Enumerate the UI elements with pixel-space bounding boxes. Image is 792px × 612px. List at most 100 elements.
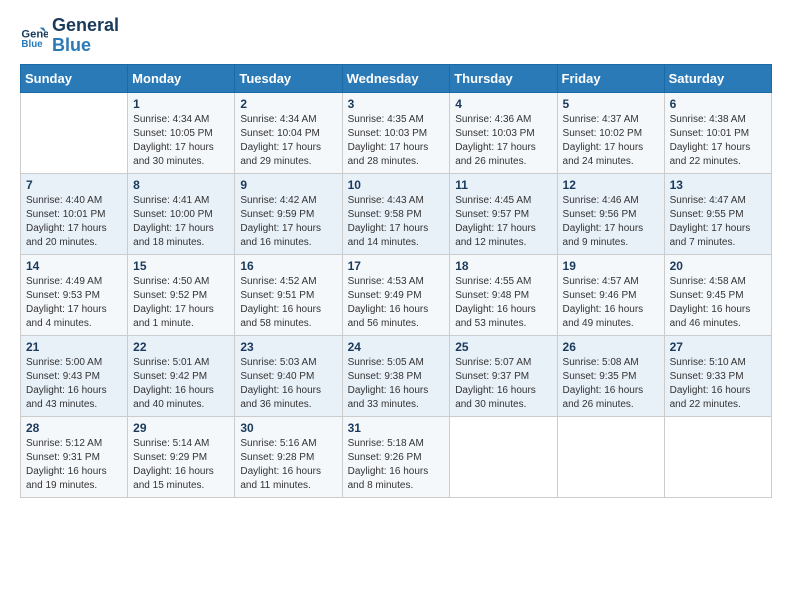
- calendar-cell: 12 Sunrise: 4:46 AM Sunset: 9:56 PM Dayli…: [557, 173, 664, 254]
- day-info: Sunrise: 4:40 AM Sunset: 10:01 PM Daylig…: [26, 194, 122, 250]
- logo: General Blue General Blue: [20, 16, 119, 56]
- svg-text:Blue: Blue: [21, 39, 43, 50]
- day-number: 1: [133, 97, 229, 111]
- calendar-cell: [450, 416, 557, 497]
- day-info: Sunrise: 4:55 AM Sunset: 9:48 PM Dayligh…: [455, 275, 551, 331]
- day-number: 10: [348, 178, 445, 192]
- calendar-cell: 10 Sunrise: 4:43 AM Sunset: 9:58 PM Dayli…: [342, 173, 450, 254]
- calendar-cell: 14Sunrise: 4:49 AM Sunset: 9:53 PM Dayli…: [21, 254, 128, 335]
- calendar-cell: 7 Sunrise: 4:40 AM Sunset: 10:01 PM Dayli…: [21, 173, 128, 254]
- calendar-cell: 27 Sunrise: 5:10 AM Sunset: 9:33 PM Dayli…: [664, 335, 771, 416]
- day-number: 27: [670, 340, 766, 354]
- calendar-cell: 21 Sunrise: 5:00 AM Sunset: 9:43 PM Dayli…: [21, 335, 128, 416]
- day-info: Sunrise: 5:03 AM Sunset: 9:40 PM Dayligh…: [240, 356, 336, 412]
- day-info: Sunrise: 5:07 AM Sunset: 9:37 PM Dayligh…: [455, 356, 551, 412]
- day-header-tuesday: Tuesday: [235, 64, 342, 92]
- day-number: 12: [563, 178, 659, 192]
- day-info: Sunrise: 5:05 AM Sunset: 9:38 PM Dayligh…: [348, 356, 445, 412]
- day-header-thursday: Thursday: [450, 64, 557, 92]
- calendar-cell: 31 Sunrise: 5:18 AM Sunset: 9:26 PM Dayli…: [342, 416, 450, 497]
- calendar-cell: [664, 416, 771, 497]
- day-number: 15: [133, 259, 229, 273]
- calendar-cell: 18 Sunrise: 4:55 AM Sunset: 9:48 PM Dayli…: [450, 254, 557, 335]
- day-number: 18: [455, 259, 551, 273]
- calendar-cell: [557, 416, 664, 497]
- day-header-monday: Monday: [128, 64, 235, 92]
- day-info: Sunrise: 4:42 AM Sunset: 9:59 PM Dayligh…: [240, 194, 336, 250]
- day-number: 21: [26, 340, 122, 354]
- day-number: 11: [455, 178, 551, 192]
- day-number: 4: [455, 97, 551, 111]
- page-header: General Blue General Blue: [20, 16, 772, 56]
- day-info: Sunrise: 4:37 AM Sunset: 10:02 PM Daylig…: [563, 113, 659, 169]
- day-info: Sunrise: 4:45 AM Sunset: 9:57 PM Dayligh…: [455, 194, 551, 250]
- calendar-cell: 2 Sunrise: 4:34 AM Sunset: 10:04 PM Dayli…: [235, 92, 342, 173]
- day-info: Sunrise: 4:43 AM Sunset: 9:58 PM Dayligh…: [348, 194, 445, 250]
- calendar-cell: [21, 92, 128, 173]
- day-number: 3: [348, 97, 445, 111]
- calendar-cell: 29 Sunrise: 5:14 AM Sunset: 9:29 PM Dayli…: [128, 416, 235, 497]
- day-number: 9: [240, 178, 336, 192]
- day-info: Sunrise: 5:00 AM Sunset: 9:43 PM Dayligh…: [26, 356, 122, 412]
- day-info: Sunrise: 4:34 AM Sunset: 10:04 PM Daylig…: [240, 113, 336, 169]
- calendar-cell: 17 Sunrise: 4:53 AM Sunset: 9:49 PM Dayli…: [342, 254, 450, 335]
- calendar-cell: 19 Sunrise: 4:57 AM Sunset: 9:46 PM Dayli…: [557, 254, 664, 335]
- day-number: 2: [240, 97, 336, 111]
- day-info: Sunrise: 5:01 AM Sunset: 9:42 PM Dayligh…: [133, 356, 229, 412]
- day-header-saturday: Saturday: [664, 64, 771, 92]
- day-info: Sunrise: 5:14 AM Sunset: 9:29 PM Dayligh…: [133, 437, 229, 493]
- calendar-cell: 25Sunrise: 5:07 AM Sunset: 9:37 PM Dayli…: [450, 335, 557, 416]
- calendar-cell: 13 Sunrise: 4:47 AM Sunset: 9:55 PM Dayli…: [664, 173, 771, 254]
- day-info: Sunrise: 4:38 AM Sunset: 10:01 PM Daylig…: [670, 113, 766, 169]
- day-header-friday: Friday: [557, 64, 664, 92]
- day-info: Sunrise: 5:18 AM Sunset: 9:26 PM Dayligh…: [348, 437, 445, 493]
- day-number: 16: [240, 259, 336, 273]
- day-info: Sunrise: 4:53 AM Sunset: 9:49 PM Dayligh…: [348, 275, 445, 331]
- calendar-cell: 22Sunrise: 5:01 AM Sunset: 9:42 PM Dayli…: [128, 335, 235, 416]
- day-info: Sunrise: 5:08 AM Sunset: 9:35 PM Dayligh…: [563, 356, 659, 412]
- day-number: 14: [26, 259, 122, 273]
- day-header-wednesday: Wednesday: [342, 64, 450, 92]
- day-number: 23: [240, 340, 336, 354]
- day-info: Sunrise: 4:47 AM Sunset: 9:55 PM Dayligh…: [670, 194, 766, 250]
- calendar-cell: 4Sunrise: 4:36 AM Sunset: 10:03 PM Dayli…: [450, 92, 557, 173]
- day-info: Sunrise: 5:16 AM Sunset: 9:28 PM Dayligh…: [240, 437, 336, 493]
- logo-text: General Blue: [52, 16, 119, 56]
- day-number: 26: [563, 340, 659, 354]
- day-number: 7: [26, 178, 122, 192]
- calendar-cell: 8Sunrise: 4:41 AM Sunset: 10:00 PM Dayli…: [128, 173, 235, 254]
- day-number: 29: [133, 421, 229, 435]
- calendar-cell: 24 Sunrise: 5:05 AM Sunset: 9:38 PM Dayli…: [342, 335, 450, 416]
- day-info: Sunrise: 4:50 AM Sunset: 9:52 PM Dayligh…: [133, 275, 229, 331]
- day-number: 17: [348, 259, 445, 273]
- day-info: Sunrise: 4:46 AM Sunset: 9:56 PM Dayligh…: [563, 194, 659, 250]
- day-info: Sunrise: 4:34 AM Sunset: 10:05 PM Daylig…: [133, 113, 229, 169]
- calendar-cell: 11 Sunrise: 4:45 AM Sunset: 9:57 PM Dayli…: [450, 173, 557, 254]
- day-number: 19: [563, 259, 659, 273]
- calendar-cell: 6 Sunrise: 4:38 AM Sunset: 10:01 PM Dayli…: [664, 92, 771, 173]
- calendar-cell: 26 Sunrise: 5:08 AM Sunset: 9:35 PM Dayli…: [557, 335, 664, 416]
- calendar-cell: 15 Sunrise: 4:50 AM Sunset: 9:52 PM Dayli…: [128, 254, 235, 335]
- day-info: Sunrise: 4:35 AM Sunset: 10:03 PM Daylig…: [348, 113, 445, 169]
- day-info: Sunrise: 4:41 AM Sunset: 10:00 PM Daylig…: [133, 194, 229, 250]
- day-info: Sunrise: 4:58 AM Sunset: 9:45 PM Dayligh…: [670, 275, 766, 331]
- day-info: Sunrise: 5:10 AM Sunset: 9:33 PM Dayligh…: [670, 356, 766, 412]
- calendar-cell: 5 Sunrise: 4:37 AM Sunset: 10:02 PM Dayli…: [557, 92, 664, 173]
- day-number: 5: [563, 97, 659, 111]
- calendar-cell: 30 Sunrise: 5:16 AM Sunset: 9:28 PM Dayli…: [235, 416, 342, 497]
- day-header-sunday: Sunday: [21, 64, 128, 92]
- calendar-cell: 20 Sunrise: 4:58 AM Sunset: 9:45 PM Dayli…: [664, 254, 771, 335]
- day-info: Sunrise: 5:12 AM Sunset: 9:31 PM Dayligh…: [26, 437, 122, 493]
- day-number: 30: [240, 421, 336, 435]
- calendar-table: SundayMondayTuesdayWednesdayThursdayFrid…: [20, 64, 772, 498]
- day-number: 31: [348, 421, 445, 435]
- day-number: 13: [670, 178, 766, 192]
- day-info: Sunrise: 4:57 AM Sunset: 9:46 PM Dayligh…: [563, 275, 659, 331]
- day-number: 24: [348, 340, 445, 354]
- day-number: 6: [670, 97, 766, 111]
- day-info: Sunrise: 4:52 AM Sunset: 9:51 PM Dayligh…: [240, 275, 336, 331]
- day-number: 20: [670, 259, 766, 273]
- calendar-cell: 23 Sunrise: 5:03 AM Sunset: 9:40 PM Dayli…: [235, 335, 342, 416]
- calendar-cell: 9 Sunrise: 4:42 AM Sunset: 9:59 PM Daylig…: [235, 173, 342, 254]
- calendar-cell: 28Sunrise: 5:12 AM Sunset: 9:31 PM Dayli…: [21, 416, 128, 497]
